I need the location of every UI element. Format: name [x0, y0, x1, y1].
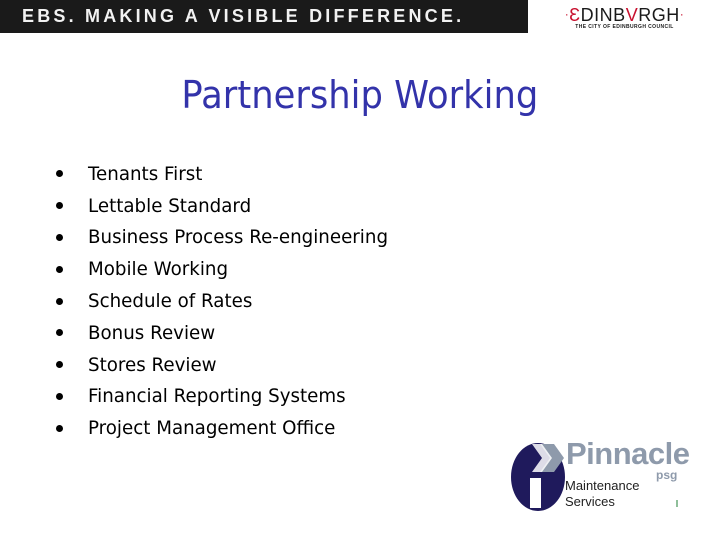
header-banner: EBS. MAKING A VISIBLE DIFFERENCE.: [0, 0, 528, 33]
logo-letters-dinb: DINB: [580, 5, 626, 25]
pinnacle-psg: psg: [656, 468, 678, 482]
edinburgh-subtitle: THE CITY OF EDINBURGH COUNCIL: [575, 24, 674, 30]
bullet-item: Project Management Office: [56, 412, 401, 444]
bullet-dot-icon: [56, 170, 63, 178]
bullet-text: Schedule of Rates: [88, 290, 253, 313]
bullet-item: Financial Reporting Systems: [56, 381, 401, 413]
bullet-item: Business Process Re-engineering: [56, 222, 401, 254]
pinnacle-wordmark: Pinnacle: [566, 436, 690, 471]
bullet-text: Business Process Re-engineering: [88, 226, 389, 249]
bullet-dot-icon: [56, 329, 63, 337]
logo-letter-e: Ɛ: [569, 5, 581, 25]
decorative-speck: [676, 500, 678, 507]
bullet-dot-icon: [56, 424, 63, 432]
bullet-dot-icon: [56, 392, 63, 400]
pinnacle-i-arrow-icon: [511, 443, 565, 511]
bullet-dot-icon: [56, 233, 63, 241]
bullet-text: Financial Reporting Systems: [88, 385, 346, 408]
bullet-dot-icon: [56, 202, 63, 210]
bullet-item: Schedule of Rates: [56, 285, 401, 317]
bullet-item: Stores Review: [56, 349, 401, 381]
bullet-item: Lettable Standard: [56, 190, 401, 222]
edinburgh-council-logo: ·ƐDINBVRGH· THE CITY OF EDINBURGH COUNCI…: [552, 4, 697, 32]
edinburgh-wordmark: ·ƐDINBVRGH·: [552, 4, 697, 25]
bullet-text: Bonus Review: [88, 321, 216, 344]
bullet-dot-icon: [56, 361, 63, 369]
pinnacle-logo: Pinnacle psg Maintenance Services: [510, 436, 690, 514]
bullet-text: Mobile Working: [88, 258, 229, 281]
bullet-list: Tenants First Lettable Standard Business…: [56, 158, 401, 444]
bullet-text: Stores Review: [88, 353, 217, 376]
bullet-dot-icon: [56, 265, 63, 273]
bullet-text: Lettable Standard: [88, 194, 252, 217]
bullet-dot-icon: [56, 297, 63, 305]
bullet-item: Mobile Working: [56, 253, 401, 285]
bullet-text: Project Management Office: [88, 417, 336, 440]
logo-dot-right: ·: [679, 7, 685, 21]
bullet-text: Tenants First: [88, 162, 203, 185]
slide-title: Partnership Working: [0, 68, 720, 122]
logo-letters-rgh: RGH: [638, 5, 680, 25]
logo-letter-v: V: [625, 5, 639, 25]
pinnacle-tagline-line1: Maintenance: [565, 478, 640, 493]
bullet-item: Tenants First: [56, 158, 401, 190]
pinnacle-tagline-line2: Services: [565, 494, 615, 509]
banner-slogan: EBS. MAKING A VISIBLE DIFFERENCE.: [22, 6, 465, 26]
bullet-item: Bonus Review: [56, 317, 401, 349]
slide-title-text: Partnership Working: [181, 73, 539, 117]
